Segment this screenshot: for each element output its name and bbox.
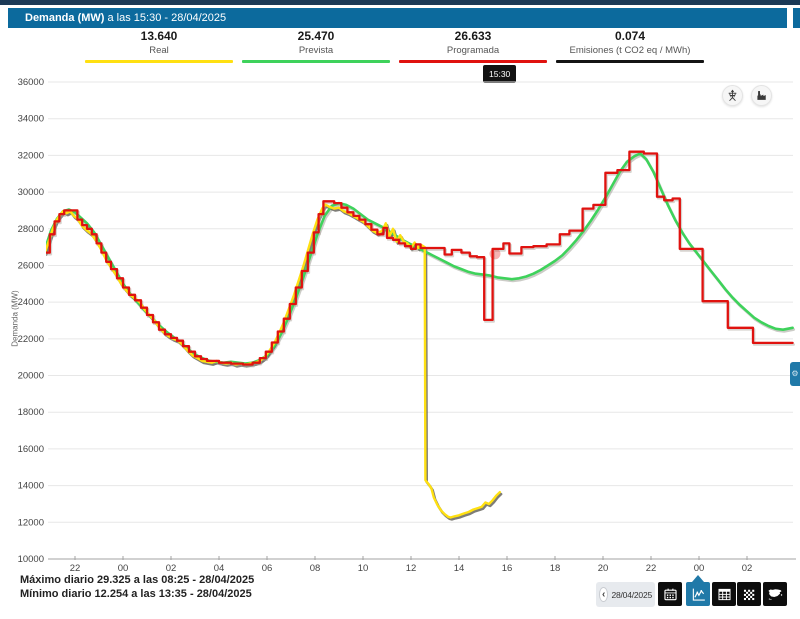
y-tick-label: 18000 bbox=[18, 407, 44, 418]
legend-value: 0.074 bbox=[556, 29, 704, 43]
y-tick-label: 28000 bbox=[18, 224, 44, 235]
legend-item-real: 13.640 Real bbox=[85, 29, 233, 63]
x-tick-label: 20 bbox=[598, 563, 609, 574]
top-nav-bar bbox=[0, 0, 800, 5]
y-axis-title: Demanda (MW) bbox=[11, 269, 20, 369]
y-tick-label: 20000 bbox=[18, 371, 44, 382]
y-tick-label: 36000 bbox=[18, 77, 44, 88]
y-tick-label: 34000 bbox=[18, 114, 44, 125]
legend-label: Real bbox=[85, 45, 233, 56]
legend-value: 25.470 bbox=[242, 29, 390, 43]
mosaic-view-button[interactable] bbox=[737, 582, 761, 606]
legend-item-emisiones: 0.074 Emisiones (t CO2 eq / MWh) bbox=[556, 29, 704, 63]
panel-header: Demanda (MW) a las 15:30 - 28/04/2025 bbox=[8, 8, 787, 28]
legend-item-prevista: 25.470 Prevista bbox=[242, 29, 390, 63]
legend-item-programada: 26.633 Programada bbox=[399, 29, 547, 63]
legend-label: Programada bbox=[399, 45, 547, 56]
x-tick-label: 12 bbox=[406, 563, 417, 574]
mosaic-grid-icon bbox=[740, 585, 759, 604]
daily-min-text: Mínimo diario 12.254 a las 13:35 - 28/04… bbox=[20, 588, 252, 600]
previous-day-button[interactable]: ‹ bbox=[599, 587, 608, 602]
x-tick-label: 04 bbox=[214, 563, 225, 574]
series-shadow-real bbox=[46, 206, 501, 519]
legend-value: 13.640 bbox=[85, 29, 233, 43]
table-view-button[interactable] bbox=[712, 582, 736, 606]
series-shadow-programada bbox=[46, 153, 794, 366]
daily-max-text: Máximo diario 29.325 a las 08:25 - 28/04… bbox=[20, 574, 254, 586]
legend-label: Prevista bbox=[242, 45, 390, 56]
x-tick-label: 00 bbox=[694, 563, 705, 574]
table-icon bbox=[715, 585, 734, 604]
series-group bbox=[45, 152, 794, 520]
x-tick-label: 06 bbox=[262, 563, 273, 574]
x-tick-label: 14 bbox=[454, 563, 465, 574]
y-tick-label: 30000 bbox=[18, 187, 44, 198]
chart-view-button[interactable] bbox=[686, 582, 710, 606]
spain-map-icon bbox=[766, 585, 785, 604]
line-chart-icon bbox=[689, 585, 708, 604]
spain-map-view-button[interactable] bbox=[763, 582, 787, 606]
x-tick-label: 16 bbox=[502, 563, 513, 574]
y-tick-label: 24000 bbox=[18, 297, 44, 308]
series-programada bbox=[45, 152, 793, 365]
y-tick-label: 16000 bbox=[18, 444, 44, 455]
demand-chart[interactable]: 22 00 02 04 06 08 10 12 14 16 18 20 22 00 02 10000 12000… bbox=[0, 60, 800, 580]
x-tick-label: 02 bbox=[166, 563, 177, 574]
current-date[interactable]: 28/04/2025 bbox=[611, 590, 652, 600]
y-tick-label: 32000 bbox=[18, 150, 44, 161]
y-tick-label: 10000 bbox=[18, 554, 44, 565]
calendar-icon bbox=[661, 585, 680, 604]
series-prevista bbox=[45, 154, 793, 364]
x-tick-label: 22 bbox=[646, 563, 657, 574]
series-real bbox=[45, 205, 500, 518]
y-tick-label: 14000 bbox=[18, 481, 44, 492]
y-tick-label: 26000 bbox=[18, 260, 44, 271]
x-tick-label: 08 bbox=[310, 563, 321, 574]
calendar-button[interactable] bbox=[658, 582, 682, 606]
active-view-notch bbox=[692, 575, 704, 582]
legend-label: Emisiones (t CO2 eq / MWh) bbox=[556, 45, 704, 56]
ree-demand-app: Demanda (MW) a las 15:30 - 28/04/2025 13… bbox=[0, 0, 800, 619]
date-navigator: ‹ 28/04/2025 bbox=[596, 582, 655, 607]
panel-title: Demanda (MW) bbox=[25, 12, 104, 24]
adjacent-panel-header bbox=[793, 8, 800, 28]
series-shadow-prevista bbox=[46, 155, 794, 365]
y-tick-label: 22000 bbox=[18, 334, 44, 345]
x-tick-label: 22 bbox=[70, 563, 81, 574]
legend-value: 26.633 bbox=[399, 29, 547, 43]
y-tick-label: 12000 bbox=[18, 517, 44, 528]
highlighted-point bbox=[490, 248, 501, 259]
legend: 13.640 Real 25.470 Prevista 26.633 Programada… bbox=[85, 29, 705, 63]
x-tick-label: 18 bbox=[550, 563, 561, 574]
x-tick-label: 00 bbox=[118, 563, 129, 574]
panel-subtitle: a las 15:30 - 28/04/2025 bbox=[104, 12, 226, 24]
x-tick-label: 10 bbox=[358, 563, 369, 574]
x-tick-label: 02 bbox=[742, 563, 753, 574]
side-panel-toggle[interactable]: ⚙ bbox=[790, 362, 800, 386]
